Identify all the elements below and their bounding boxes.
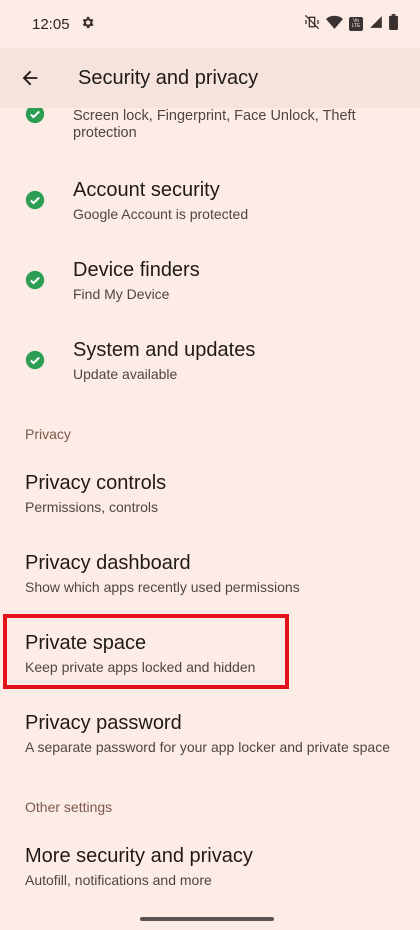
privacy-item-private-space[interactable]: Private space Keep private apps locked a… <box>0 623 420 687</box>
section-header-other-settings: Other settings <box>25 799 113 815</box>
gesture-nav-handle[interactable] <box>140 917 274 921</box>
security-item-screen-lock[interactable]: Screen lock, Fingerprint, Face Unlock, T… <box>0 108 420 148</box>
list-item-title: System and updates <box>73 339 256 361</box>
list-item-summary: Autofill, notifications and more <box>25 872 212 888</box>
wifi-icon <box>326 15 343 34</box>
volte-icon: Vo LTE <box>349 17 363 31</box>
check-circle-icon <box>25 270 45 290</box>
status-bar: 12:05 Vo LTE <box>0 0 420 48</box>
check-circle-icon <box>25 350 45 370</box>
list-item-title: Privacy controls <box>25 472 167 494</box>
security-item-system-updates[interactable]: System and updates Update available <box>0 330 420 394</box>
settings-list[interactable]: Screen lock, Fingerprint, Face Unlock, T… <box>0 108 420 930</box>
back-button[interactable] <box>2 50 58 106</box>
page-title: Security and privacy <box>78 66 259 89</box>
security-item-device-finders[interactable]: Device finders Find My Device <box>0 250 420 314</box>
list-item-summary: Show which apps recently used permission… <box>25 579 300 595</box>
list-item-title: More security and privacy <box>25 845 253 867</box>
list-item-title: Device finders <box>73 259 200 281</box>
security-item-account-security[interactable]: Account security Google Account is prote… <box>0 170 420 234</box>
check-circle-icon <box>25 108 45 124</box>
list-item-title: Privacy dashboard <box>25 552 191 574</box>
list-item-title: Private space <box>25 632 147 654</box>
section-header-privacy: Privacy <box>25 426 71 442</box>
list-item-summary: Find My Device <box>73 286 170 302</box>
settings-gear-icon <box>80 15 95 34</box>
privacy-item-dashboard[interactable]: Privacy dashboard Show which apps recent… <box>0 543 420 607</box>
list-item-summary: Screen lock, Fingerprint, Face Unlock, T… <box>73 108 356 141</box>
status-time: 12:05 <box>32 15 70 33</box>
list-item-title: Account security <box>73 179 220 201</box>
arrow-back-icon <box>22 70 38 86</box>
list-item-title: Privacy password <box>25 712 182 734</box>
privacy-item-password[interactable]: Privacy password A separate password for… <box>0 703 420 767</box>
signal-icon <box>369 15 383 33</box>
list-item-summary: Update available <box>73 366 178 382</box>
list-item-summary: Permissions, controls <box>25 499 159 515</box>
privacy-item-controls[interactable]: Privacy controls Permissions, controls <box>0 463 420 527</box>
other-item-more-security[interactable]: More security and privacy Autofill, noti… <box>0 836 420 900</box>
check-circle-icon <box>25 190 45 210</box>
list-item-summary: A separate password for your app locker … <box>25 739 390 755</box>
top-app-bar: Security and privacy <box>0 48 420 108</box>
battery-icon <box>389 14 398 34</box>
vibrate-off-icon <box>304 14 320 34</box>
list-item-summary: Google Account is protected <box>73 206 249 222</box>
list-item-summary: Keep private apps locked and hidden <box>25 659 256 675</box>
